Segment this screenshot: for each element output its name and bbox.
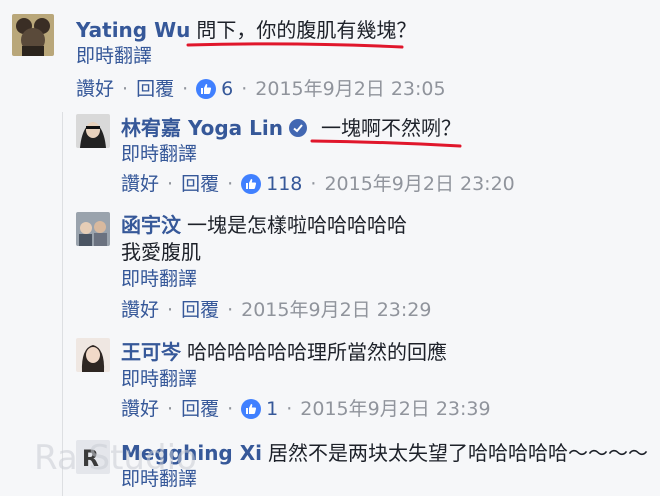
comment-text: 一塊是怎樣啦哈哈哈哈哈 bbox=[187, 213, 407, 237]
separator: · bbox=[182, 78, 189, 100]
comment-text: 哈哈哈哈哈哈理所當然的回應 bbox=[187, 340, 447, 364]
separator: · bbox=[167, 299, 174, 321]
avatar[interactable] bbox=[12, 14, 54, 56]
comment-timestamp[interactable]: 2015年9月2日 23:39 bbox=[300, 396, 490, 422]
like-count-badge[interactable]: 6 bbox=[196, 76, 233, 102]
comment-timestamp[interactable]: 2015年9月2日 23:20 bbox=[324, 171, 514, 197]
avatar[interactable] bbox=[76, 114, 110, 148]
comment-timestamp[interactable]: 2015年9月2日 23:29 bbox=[241, 297, 431, 323]
see-translation-link[interactable]: 即時翻譯 bbox=[121, 142, 197, 166]
like-count: 118 bbox=[266, 173, 303, 195]
reply-button[interactable]: 回覆 bbox=[181, 396, 219, 422]
see-translation-link[interactable]: 即時翻譯 bbox=[76, 44, 152, 68]
reply-button[interactable]: 回覆 bbox=[136, 76, 174, 102]
avatar[interactable] bbox=[76, 338, 110, 372]
comment-author[interactable]: 王可岑 bbox=[121, 340, 181, 364]
thumbs-up-icon bbox=[241, 399, 262, 419]
separator: · bbox=[227, 173, 234, 195]
comment-author[interactable]: 林宥嘉 Yoga Lin bbox=[121, 116, 283, 140]
comment-author[interactable]: 函宇汶 bbox=[121, 213, 181, 237]
avatar-image bbox=[76, 338, 110, 372]
like-count: 6 bbox=[221, 78, 234, 100]
comment-timestamp[interactable]: 2015年9月2日 23:05 bbox=[255, 76, 445, 102]
thumbs-up-icon bbox=[196, 79, 217, 99]
separator: · bbox=[122, 78, 129, 100]
see-translation-link[interactable]: 即時翻譯 bbox=[121, 467, 197, 491]
like-button[interactable]: 讚好 bbox=[121, 297, 159, 323]
comment-text-line-2: 我愛腹肌 bbox=[121, 240, 201, 264]
separator: · bbox=[286, 398, 293, 420]
separator: · bbox=[167, 173, 174, 195]
comment-text: 一塊啊不然咧？ bbox=[320, 116, 461, 140]
comment-author[interactable]: Yating Wu bbox=[76, 18, 190, 42]
reply-button[interactable]: 回覆 bbox=[181, 297, 219, 323]
like-count-badge[interactable]: 1 bbox=[241, 396, 278, 422]
like-button[interactable]: 讚好 bbox=[121, 171, 159, 197]
reply-thread-rail bbox=[62, 112, 63, 496]
avatar[interactable] bbox=[76, 212, 110, 246]
separator: · bbox=[310, 173, 317, 195]
avatar-image bbox=[76, 212, 110, 246]
separator: · bbox=[227, 299, 234, 321]
reply-button[interactable]: 回覆 bbox=[181, 171, 219, 197]
see-translation-link[interactable]: 即時翻譯 bbox=[121, 367, 197, 391]
separator: · bbox=[241, 78, 248, 100]
separator: · bbox=[227, 398, 234, 420]
comment-text: 問下，你的腹肌有幾塊？ bbox=[196, 18, 417, 42]
avatar-image bbox=[76, 114, 110, 148]
avatar-image: R bbox=[76, 440, 110, 474]
thumbs-up-icon bbox=[241, 174, 262, 194]
see-translation-link[interactable]: 即時翻譯 bbox=[121, 267, 197, 291]
svg-text:R: R bbox=[82, 447, 99, 472]
comment-author[interactable]: Megghing Xi bbox=[121, 441, 262, 465]
like-button[interactable]: 讚好 bbox=[121, 396, 159, 422]
verified-badge-icon bbox=[288, 119, 307, 137]
avatar-image bbox=[12, 14, 54, 56]
like-count: 1 bbox=[266, 398, 279, 420]
separator: · bbox=[167, 398, 174, 420]
like-count-badge[interactable]: 118 bbox=[241, 171, 302, 197]
comment-text: 居然不是两块太失望了哈哈哈哈哈～～～～ bbox=[268, 441, 648, 465]
avatar[interactable]: R bbox=[76, 440, 110, 474]
like-button[interactable]: 讚好 bbox=[76, 76, 114, 102]
